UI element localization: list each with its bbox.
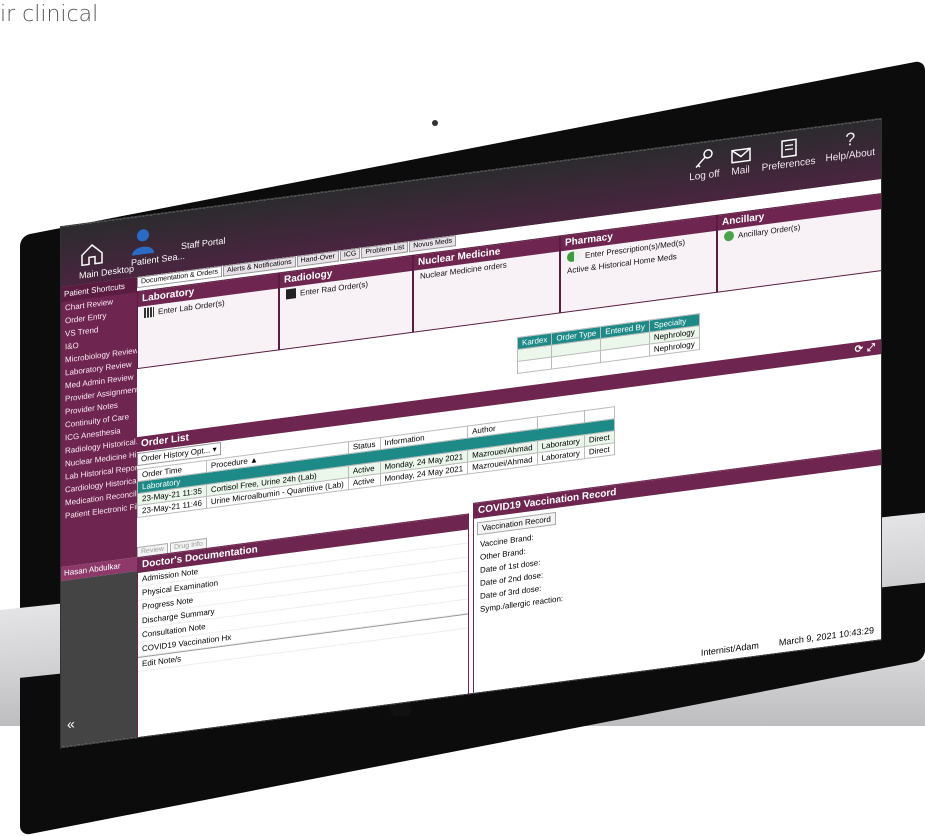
- refresh-icon[interactable]: ⟳: [855, 344, 863, 356]
- preferences-icon: [780, 138, 797, 159]
- pharmacy-panel: Pharmacy Enter Prescription(s)/Med(s) Ac…: [560, 214, 717, 314]
- collapse-sidebar-button[interactable]: «: [67, 715, 75, 732]
- preferences-label: Preferences: [761, 155, 816, 174]
- screen: Main Desktop Patient Sea... Staff Portal…: [60, 118, 882, 749]
- mail-icon: [730, 147, 751, 164]
- nuclear-medicine-panel: Nuclear Medicine Nuclear Medicine orders: [413, 235, 560, 333]
- kardex-table: Kardex Order Type Entered By Specialty N…: [517, 313, 700, 374]
- home-icon: [81, 243, 103, 267]
- preferences-button[interactable]: Preferences: [762, 134, 816, 174]
- chevron-down-icon: ▾: [212, 444, 217, 455]
- key-icon: [695, 149, 714, 168]
- radiology-panel: Radiology Enter Rad Order(s): [279, 254, 413, 351]
- mail-button[interactable]: Mail: [730, 142, 752, 178]
- person-icon: [132, 229, 154, 256]
- main-desktop-button[interactable]: Main Desktop: [79, 235, 134, 281]
- patient-search-button[interactable]: Patient Sea...: [131, 223, 185, 268]
- current-user: Internist/Adam: [700, 640, 759, 658]
- expand-icon[interactable]: ⤢: [867, 342, 875, 354]
- pill-icon: [567, 250, 581, 263]
- test-tubes-icon: [144, 306, 154, 319]
- xray-icon: [286, 288, 296, 300]
- stethoscope-icon: [724, 230, 734, 242]
- main-content: Documentation & Orders Alerts & Notifica…: [137, 179, 882, 740]
- help-label: Help/About: [825, 146, 875, 165]
- help-button[interactable]: ? Help/About: [826, 126, 875, 166]
- patient-shortcuts-sidebar: Patient Shortcuts Chart Review Order Ent…: [61, 277, 137, 568]
- logoff-button[interactable]: Log off: [689, 146, 720, 183]
- tab-icg[interactable]: ICG: [339, 247, 361, 262]
- staff-portal-link[interactable]: Staff Portal: [181, 235, 225, 251]
- laboratory-panel: Laboratory Enter Lab Order(s): [137, 272, 279, 370]
- panel-actions: ⟳ ⤢: [855, 342, 875, 356]
- ancillary-panel: Ancillary Ancillary Order(s): [717, 192, 882, 293]
- mail-label: Mail: [731, 164, 750, 178]
- camera-icon: [432, 120, 438, 126]
- help-icon: ?: [845, 128, 856, 150]
